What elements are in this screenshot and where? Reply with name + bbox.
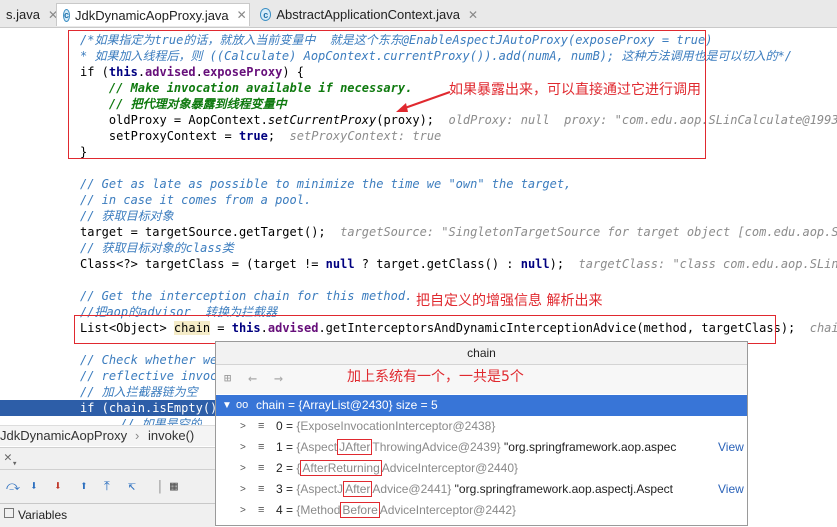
code-line: if (chain.isEmpty() xyxy=(80,401,218,415)
code-comment: // Get as late as possible to minimize t… xyxy=(80,177,572,191)
list-item[interactable]: > ≡ 0 = {ExposeInvocationInterceptor@243… xyxy=(216,416,747,437)
highlight-after: After xyxy=(343,481,373,497)
view-link[interactable]: View xyxy=(718,437,744,458)
code-comment: // 获取目标对象的class类 xyxy=(80,241,234,255)
tree-icon: ⊞ xyxy=(224,371,232,385)
tab-abstractapplicationcontext[interactable]: c AbstractApplicationContext.java ✕ xyxy=(254,3,484,26)
entry-icon: ≡ xyxy=(258,441,265,453)
editor-tab-bar: s.java ✕ c JdkDynamicAopProxy.java ✕ c Abs… xyxy=(0,0,837,28)
inline-debug-hint: targetSource: "SingletonTargetSource for… xyxy=(340,225,837,239)
close-icon[interactable]: ✕ xyxy=(468,8,478,22)
chevron-right-icon[interactable]: > xyxy=(240,500,246,521)
entry-icon: ≡ xyxy=(258,483,265,495)
entry-icon: ≡ xyxy=(258,504,265,516)
list-item[interactable]: > ≡ 3 = {AspectJ After Advice@2441} "org.s… xyxy=(216,479,747,500)
watch-icon: oo xyxy=(236,399,249,411)
panel-icon xyxy=(4,508,14,518)
debug-toolbar: ⤼ ⬇ ⬇ ⬆ ⤒ ↸ | ▦ xyxy=(0,469,215,504)
tree-root-chain[interactable]: ▼ oo chain = {ArrayList@2430} size = 5 xyxy=(216,395,747,416)
chevron-right-icon[interactable]: > xyxy=(240,479,246,500)
breadcrumb-separator: › xyxy=(135,428,140,443)
view-link[interactable]: View xyxy=(718,479,744,500)
highlight-afterreturning: AfterReturning xyxy=(300,460,382,476)
highlight-before: Before xyxy=(340,502,380,518)
code-comment: // 获取目标对象 xyxy=(80,209,174,223)
variables-panel-header: Variables xyxy=(0,503,215,527)
evaluate-expression-icon[interactable]: ▦ xyxy=(170,479,178,494)
variable-value: = {ArrayList@2430} size = 5 xyxy=(284,398,438,412)
highlight-after: JAfter xyxy=(337,439,373,455)
step-out-icon[interactable]: ⬆ xyxy=(80,479,88,494)
entry-icon: ≡ xyxy=(258,420,265,432)
chevron-down-icon[interactable]: ▾ xyxy=(12,459,17,469)
code-comment: // Get the interception chain for this m… xyxy=(80,289,413,303)
step-into-icon[interactable]: ⬇ xyxy=(30,479,38,494)
code-comment: // reflective invoc xyxy=(80,369,218,383)
debug-value-popup[interactable]: chain ⊞ ← → 加上系统有一个，一共是5个 ▼ oo chain = {… xyxy=(215,341,748,526)
breadcrumb: JdkDynamicAopProxy › invoke() xyxy=(0,425,215,446)
tab-label: JdkDynamicAopProxy.java xyxy=(75,7,229,23)
class-icon: c xyxy=(63,8,71,22)
annotation-expose: 如果暴露出来，可以直接通过它进行调用 xyxy=(449,82,701,98)
tab-s-java[interactable]: s.java ✕ xyxy=(0,3,58,26)
close-icon[interactable]: ✕ xyxy=(237,8,247,22)
arrow-icon xyxy=(396,91,451,112)
list-item[interactable]: > ≡ 2 = {AfterReturning AdviceInterceptor… xyxy=(216,458,747,479)
code-line: Class<?> targetClass = (target != null ?… xyxy=(80,256,837,272)
code-comment: // in case it comes from a pool. xyxy=(80,193,312,207)
tab-label: s.java xyxy=(6,7,40,22)
code-comment: // 加入拦截器链为空 xyxy=(80,385,198,399)
drop-frame-icon[interactable]: ⤒ xyxy=(104,479,110,494)
run-to-cursor-icon[interactable]: ↸ xyxy=(128,479,136,494)
popup-title: chain xyxy=(216,342,747,365)
highlight-box-chain xyxy=(74,315,776,344)
annotation-count: 加上系统有一个，一共是5个 xyxy=(347,369,524,385)
breadcrumb-method[interactable]: invoke() xyxy=(148,428,194,443)
class-icon: c xyxy=(260,8,272,21)
current-execution-line: if (chain.isEmpty() xyxy=(0,400,218,416)
list-item[interactable]: > ≡ 4 = {Method Before AdviceInterceptor@2… xyxy=(216,500,747,521)
inline-debug-hint: targetClass: "class com.edu.aop.SLinCalc xyxy=(578,257,837,271)
tab-jdkdynamicaopproxy[interactable]: c JdkDynamicAopProxy.java ✕ xyxy=(56,3,250,26)
chevron-right-icon[interactable]: > xyxy=(240,458,246,479)
forward-arrow-icon[interactable]: → xyxy=(274,369,283,387)
force-step-into-icon[interactable]: ⬇ xyxy=(54,479,62,494)
chevron-right-icon[interactable]: > xyxy=(240,416,246,437)
chevron-down-icon[interactable]: ▼ xyxy=(222,395,232,416)
entry-icon: ≡ xyxy=(258,462,265,474)
popup-nav-bar: ⊞ ← → 加上系统有一个，一共是5个 xyxy=(216,365,747,394)
step-over-icon[interactable]: ⤼ xyxy=(6,479,20,494)
annotation-parse: 把自定义的增强信息 解析出来 xyxy=(416,293,603,309)
tab-label: AbstractApplicationContext.java xyxy=(276,7,460,22)
code-comment: // 如果是空的 xyxy=(120,417,202,425)
separator-icon: | xyxy=(156,479,164,494)
code-comment: // Check whether we xyxy=(80,353,218,367)
variable-name: chain xyxy=(256,398,285,412)
inline-debug-hint: chain: xyxy=(809,321,837,335)
close-icon[interactable]: ✕ xyxy=(4,450,12,465)
back-arrow-icon[interactable]: ← xyxy=(248,369,257,387)
breadcrumb-class[interactable]: JdkDynamicAopProxy xyxy=(0,428,127,443)
code-line: target = targetSource.getTarget(); targe… xyxy=(80,224,837,240)
chevron-right-icon[interactable]: > xyxy=(240,437,246,458)
list-item[interactable]: > ≡ 1 = {Aspect JAfter ThrowingAdvice@2439… xyxy=(216,437,747,458)
debug-toolbar-top: ✕ ▾ xyxy=(0,447,215,470)
tab-variables[interactable]: Variables xyxy=(18,508,67,522)
